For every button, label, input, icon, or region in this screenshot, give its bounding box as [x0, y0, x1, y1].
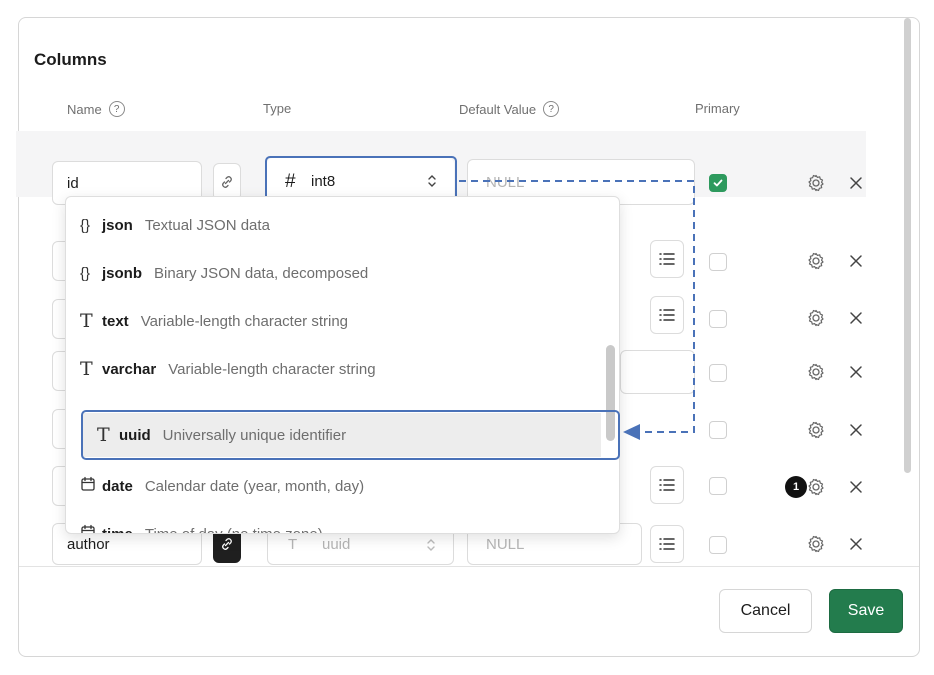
- list-icon: [659, 538, 675, 550]
- item-name: date: [102, 477, 133, 495]
- item-name: json: [102, 216, 133, 234]
- item-description: Variable-length character string: [140, 312, 349, 330]
- close-icon[interactable]: [849, 254, 863, 268]
- header-name-label: Name: [67, 101, 102, 117]
- gear-icon[interactable]: [806, 420, 826, 440]
- type-value: uuid: [322, 535, 351, 553]
- calendar-icon: [66, 524, 102, 533]
- dropdown-item-date[interactable]: date Calendar date (year, month, day): [66, 462, 606, 510]
- item-name: text: [102, 312, 129, 330]
- item-description: Binary JSON data, decomposed: [154, 264, 369, 282]
- primary-checkbox[interactable]: [709, 421, 727, 439]
- close-icon[interactable]: [849, 176, 863, 190]
- braces-icon: {}: [80, 264, 91, 282]
- header-primary: Primary: [695, 101, 740, 116]
- dialog-scrollbar[interactable]: [903, 18, 917, 566]
- list-button[interactable]: [650, 525, 684, 563]
- check-icon: [713, 179, 723, 187]
- primary-checkbox[interactable]: [709, 477, 727, 495]
- type-dropdown: {} json Textual JSON data {} jsonb Binar…: [65, 196, 620, 534]
- uuid-highlight: [81, 410, 620, 460]
- save-button[interactable]: Save: [829, 589, 903, 633]
- dropdown-item-json[interactable]: {} json Textual JSON data: [66, 201, 606, 249]
- gear-icon[interactable]: [806, 477, 826, 497]
- item-name: varchar: [102, 360, 157, 378]
- item-name: jsonb: [102, 264, 142, 282]
- header-name: Name ?: [67, 101, 125, 117]
- text-type-icon: T: [288, 535, 298, 553]
- notification-badge: 1: [785, 476, 807, 498]
- text-type-icon: T: [80, 310, 93, 332]
- primary-checkbox[interactable]: [709, 174, 727, 192]
- header-default-label: Default Value: [459, 101, 537, 117]
- list-icon: [659, 479, 675, 491]
- gear-icon[interactable]: [806, 308, 826, 328]
- header-default-value: Default Value ?: [459, 101, 560, 117]
- gear-icon[interactable]: [806, 251, 826, 271]
- primary-checkbox[interactable]: [709, 253, 727, 271]
- dropdown-item-jsonb[interactable]: {} jsonb Binary JSON data, decomposed: [66, 249, 606, 297]
- close-icon[interactable]: [849, 423, 863, 437]
- help-icon[interactable]: ?: [108, 101, 125, 117]
- dropdown-item-text[interactable]: T text Variable-length character string: [66, 297, 606, 345]
- dropdown-item-varchar[interactable]: T varchar Variable-length character stri…: [66, 345, 606, 393]
- header-primary-label: Primary: [695, 101, 740, 116]
- item-name: time: [102, 525, 133, 534]
- list-button[interactable]: [650, 296, 684, 334]
- close-icon[interactable]: [849, 480, 863, 494]
- primary-checkbox[interactable]: [709, 364, 727, 382]
- cancel-button[interactable]: Cancel: [719, 589, 812, 633]
- close-icon[interactable]: [849, 365, 863, 379]
- list-button[interactable]: [650, 240, 684, 278]
- default-placeholder: NULL: [486, 173, 525, 191]
- default-value-input[interactable]: [620, 350, 695, 394]
- gear-icon[interactable]: [806, 362, 826, 382]
- close-icon[interactable]: [849, 311, 863, 325]
- link-icon: [222, 538, 232, 550]
- name-value: id: [67, 174, 79, 192]
- gear-icon[interactable]: [806, 173, 826, 193]
- gear-icon[interactable]: [806, 534, 826, 554]
- item-description: Variable-length character string: [168, 360, 376, 378]
- chevron-updown-icon: [427, 539, 435, 551]
- help-icon[interactable]: ?: [543, 101, 560, 117]
- list-button[interactable]: [650, 466, 684, 504]
- name-value: author: [67, 535, 110, 553]
- text-type-icon: T: [80, 358, 93, 380]
- primary-checkbox[interactable]: [709, 310, 727, 328]
- item-description: Textual JSON data: [144, 216, 270, 234]
- list-icon: [659, 253, 675, 265]
- close-icon[interactable]: [849, 537, 863, 551]
- header-type: Type: [263, 101, 291, 116]
- calendar-icon: [66, 476, 102, 496]
- list-icon: [659, 309, 675, 321]
- item-description: Calendar date (year, month, day): [144, 477, 365, 495]
- item-description: Time of day (no time zone): [144, 525, 323, 534]
- braces-icon: {}: [80, 216, 91, 234]
- header-type-label: Type: [263, 101, 292, 116]
- default-placeholder: NULL: [486, 535, 525, 553]
- primary-checkbox[interactable]: [709, 536, 727, 554]
- section-title: Columns: [34, 50, 107, 69]
- dropdown-item-time[interactable]: time Time of day (no time zone): [66, 510, 606, 534]
- footer-divider: [19, 566, 919, 567]
- link-icon: [222, 176, 232, 188]
